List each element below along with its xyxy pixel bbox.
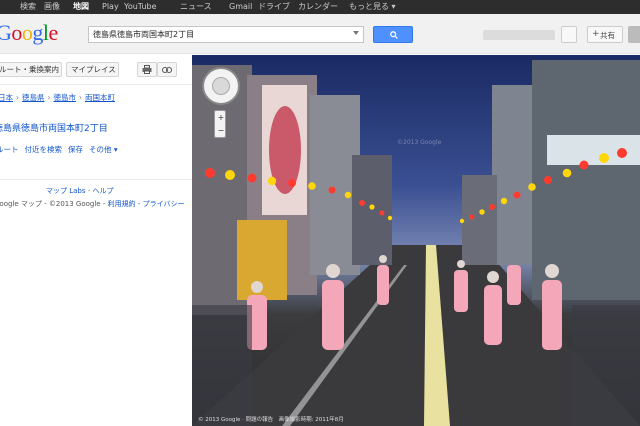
google-logo[interactable]: Google <box>0 20 58 46</box>
link-icon <box>162 67 172 73</box>
footer-labs-link[interactable]: マップ Labs <box>46 187 86 195</box>
gbar-item-images[interactable]: 画像 <box>44 1 60 13</box>
action-save[interactable]: 保存 <box>68 145 83 154</box>
breadcrumb-ryogoku[interactable]: 両国本町 <box>85 93 115 102</box>
breadcrumb-japan[interactable]: 日本 <box>0 93 13 102</box>
gbar-item-more[interactable]: もっと見る ▾ <box>349 1 396 13</box>
route-button[interactable]: ルート・乗換案内 <box>0 62 62 77</box>
google-bar: 検索 画像 地図 Play YouTube ニュース Gmail ドライブ カレ… <box>0 0 640 14</box>
notifications-button[interactable] <box>561 26 577 43</box>
zoom-out-button[interactable]: − <box>216 126 226 136</box>
share-button[interactable]: + 共有 <box>587 26 623 43</box>
gbar-item-news[interactable]: ニュース <box>180 1 212 13</box>
action-route[interactable]: ルート <box>0 145 19 154</box>
action-more[interactable]: その他 ▾ <box>89 145 118 154</box>
plus-icon: + <box>592 29 600 39</box>
search-button[interactable] <box>373 26 413 43</box>
streetview-copyright: © 2013 Google · 問題の報告 画像撮影時期: 2011年8月 <box>198 417 344 423</box>
footer-privacy-link[interactable]: プライバシー <box>143 200 185 208</box>
search-icon <box>390 31 398 39</box>
breadcrumb-tokushima-pref[interactable]: 徳島県 <box>22 93 45 102</box>
gbar-item-drive[interactable]: ドライブ <box>258 1 290 13</box>
gbar-item-search[interactable]: 検索 <box>20 1 36 13</box>
footer-help-link[interactable]: ヘルプ <box>93 187 114 195</box>
gbar-item-youtube[interactable]: YouTube <box>124 1 157 13</box>
place-title[interactable]: 徳島県徳島市両国本町2丁目 <box>0 121 108 134</box>
footer-links: マップ Labs - ヘルプ <box>46 187 114 195</box>
watermark: ©2013 Google <box>397 139 442 146</box>
street-scene-image <box>192 60 640 426</box>
footer-legal: Google マップ - ©2013 Google - 利用規約 - プライバシ… <box>0 199 184 209</box>
breadcrumb-tokushima-city[interactable]: 徳島市 <box>54 93 77 102</box>
myplaces-button[interactable]: マイプレイス <box>66 62 119 77</box>
footer-copyright: Google マップ - ©2013 Google - <box>0 200 108 208</box>
avatar[interactable] <box>628 26 640 43</box>
search-input-value: 徳島県徳島市両国本町2丁目 <box>93 30 195 39</box>
print-icon <box>142 65 152 74</box>
zoom-in-button[interactable]: + <box>216 113 226 123</box>
zoom-control: + − <box>214 110 226 138</box>
left-panel: ルート・乗換案内 マイプレイス 日本 › 徳島県 › 徳島市 › 両国本町 徳島県徳島市両国… <box>0 55 192 426</box>
gbar-item-maps[interactable]: 地図 <box>73 1 89 13</box>
place-actions: ルート付近を検索保存その他 ▾ <box>0 144 124 155</box>
share-label: 共有 <box>600 31 615 40</box>
gbar-item-play[interactable]: Play <box>102 1 119 13</box>
link-button[interactable] <box>157 62 177 77</box>
divider <box>0 179 192 180</box>
compass-icon <box>212 77 230 95</box>
account-name-blurred <box>483 30 555 40</box>
action-search-nearby[interactable]: 付近を検索 <box>25 145 63 154</box>
footer-terms-link[interactable]: 利用規約 <box>108 200 136 208</box>
print-button[interactable] <box>137 62 157 77</box>
gbar-item-calendar[interactable]: カレンダー <box>298 1 338 13</box>
pan-control[interactable] <box>202 67 240 105</box>
header: Google 徳島県徳島市両国本町2丁目 + 共有 <box>0 14 640 54</box>
divider <box>0 84 192 85</box>
breadcrumb: 日本 › 徳島県 › 徳島市 › 両国本町 <box>0 93 115 102</box>
dropdown-arrow-icon[interactable] <box>353 31 359 35</box>
search-input[interactable]: 徳島県徳島市両国本町2丁目 <box>88 26 364 43</box>
gbar-item-gmail[interactable]: Gmail <box>229 1 252 13</box>
street-view-panorama[interactable]: + − ©2013 Google © 2013 Google · 問題の報告 画… <box>192 55 640 426</box>
